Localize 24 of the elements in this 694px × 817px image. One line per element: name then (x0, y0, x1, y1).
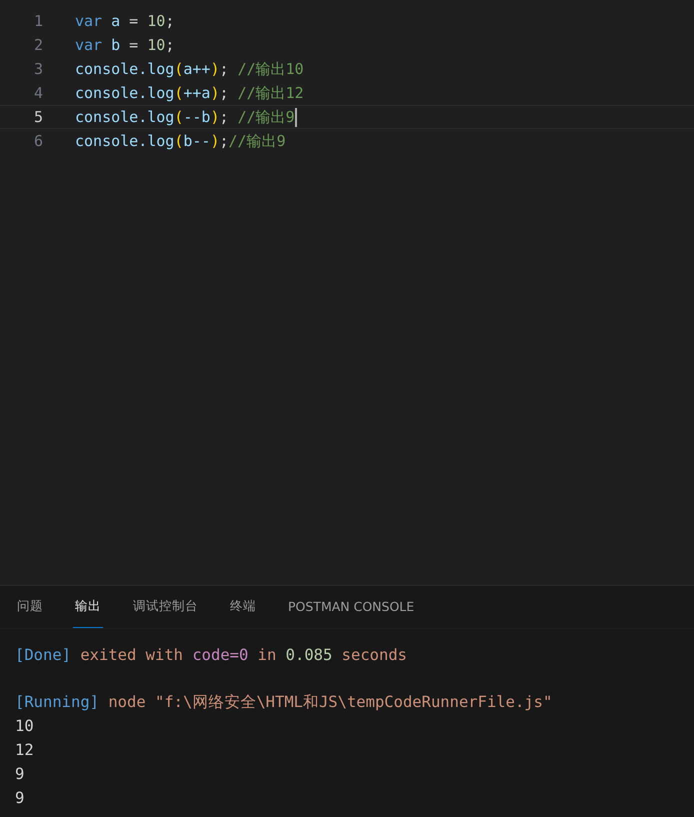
code-line: var a = 10; (75, 12, 174, 30)
text-cursor (294, 108, 297, 126)
code-line: console.log(b--);//输出9 (75, 132, 286, 150)
panel-tab[interactable]: 终端 (228, 586, 258, 628)
code-line: console.log(--b); //输出9 (75, 108, 295, 126)
code-line: console.log(a++); //输出10 (75, 60, 304, 78)
code-line: var b = 10; (75, 36, 174, 54)
panel-tab[interactable]: POSTMAN CONSOLE (286, 586, 416, 628)
line-number: 5 (32, 108, 43, 126)
output-line: 10 (15, 716, 35, 737)
line-number: 4 (32, 84, 43, 102)
line-number: 1 (32, 12, 43, 30)
output-line: [Running] node "f:\网络安全\HTML和JS\tempCodeRunnerFile.js" (15, 692, 554, 713)
output-line: 9 (15, 788, 26, 809)
line-number: 6 (32, 132, 43, 150)
output-line: 9 (15, 764, 26, 785)
line-number: 3 (32, 60, 43, 78)
panel-tab[interactable]: 输出 (73, 586, 103, 628)
code-line: console.log(++a); //输出12 (75, 84, 304, 102)
panel-tab[interactable]: 问题 (15, 586, 45, 628)
line-number: 2 (32, 36, 43, 54)
panel-tab[interactable]: 调试控制台 (131, 586, 200, 628)
output-line: 12 (15, 740, 35, 761)
output-line: [Done] exited with code=0 in 0.085 seconds (15, 645, 408, 666)
